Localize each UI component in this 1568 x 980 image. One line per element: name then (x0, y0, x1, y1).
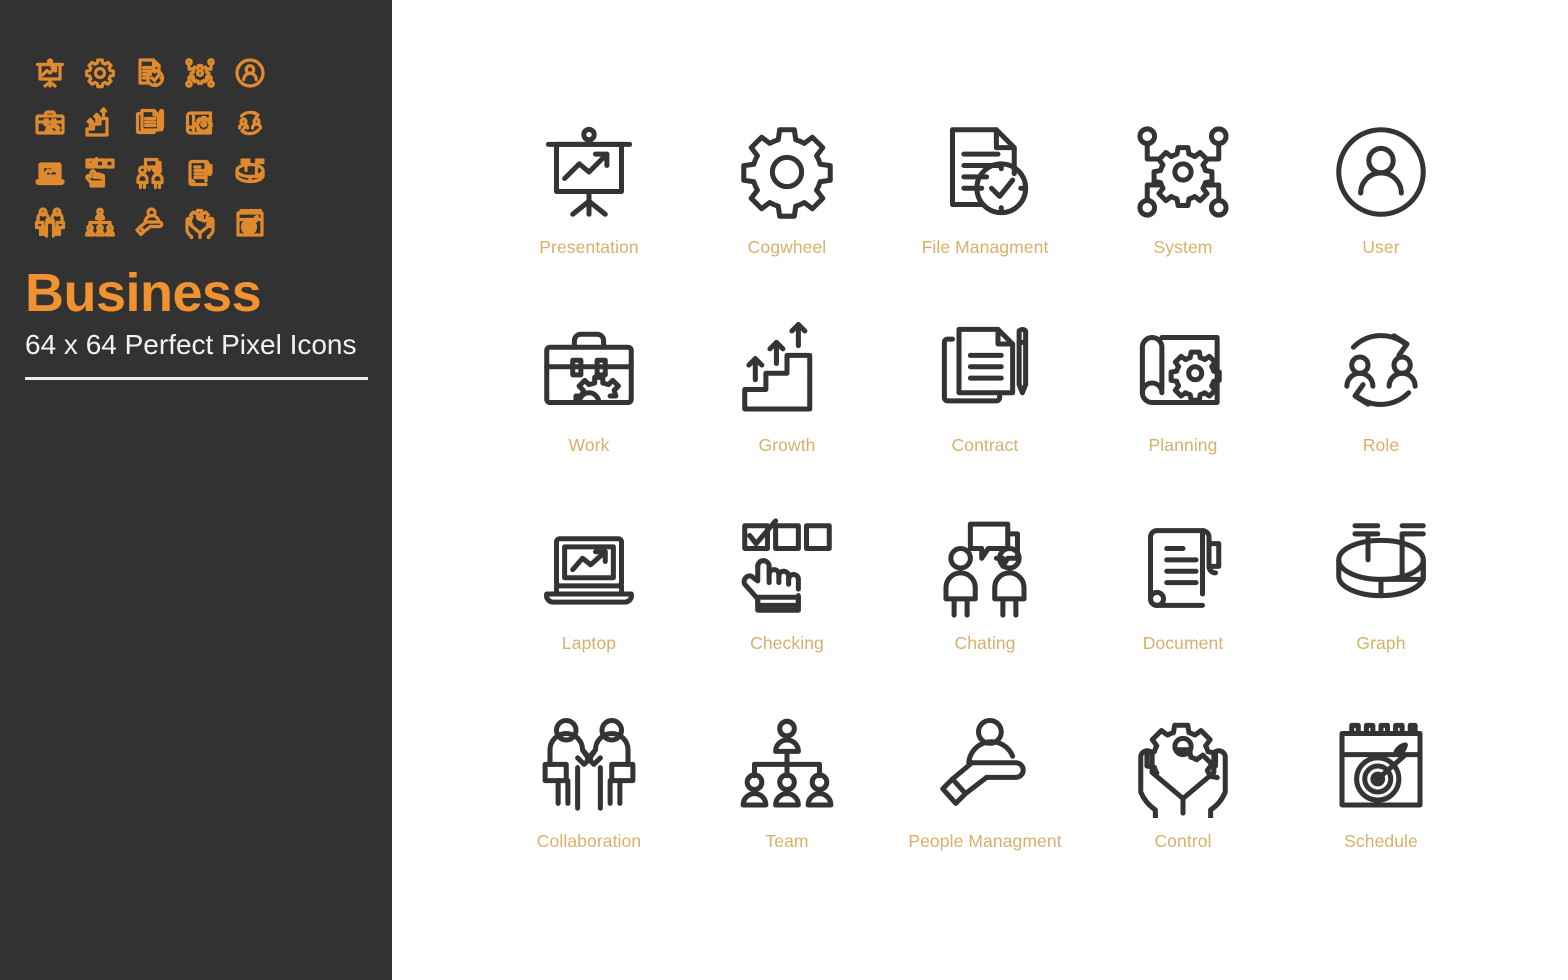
contract-icon (929, 314, 1041, 426)
icon-label: Role (1362, 435, 1400, 455)
icon-label: Cogwheel (747, 237, 827, 257)
icon-label: File Managment (921, 237, 1049, 257)
icon-cell-cogwheel[interactable]: Cogwheel (688, 108, 886, 306)
icon-label: Chating (954, 633, 1016, 653)
sidebar-mini-planning-icon (175, 98, 225, 148)
planning-icon (1127, 314, 1239, 426)
icon-label: Planning (1148, 435, 1218, 455)
icon-cell-role[interactable]: Role (1282, 306, 1480, 504)
icon-label: Contract (951, 435, 1019, 455)
control-icon (1127, 710, 1239, 822)
icon-label: User (1362, 237, 1400, 257)
user-icon (1325, 116, 1437, 228)
laptop-icon (533, 512, 645, 624)
sidebar-mini-presentation-icon (25, 48, 75, 98)
sidebar-mini-checking-icon (75, 148, 125, 198)
icon-cell-planning[interactable]: Planning (1084, 306, 1282, 504)
icon-label: System (1153, 237, 1213, 257)
people-management-icon (929, 710, 1041, 822)
icon-cell-graph[interactable]: Graph (1282, 504, 1480, 702)
icon-cell-system[interactable]: System (1084, 108, 1282, 306)
icon-cell-contract[interactable]: Contract (886, 306, 1084, 504)
role-icon (1325, 314, 1437, 426)
icon-label: Work (568, 435, 610, 455)
sidebar-mini-team-icon (75, 198, 125, 248)
sidebar-mini-laptop-icon (25, 148, 75, 198)
icon-showcase: Presentation Cogwheel File Managment Sys… (392, 0, 1568, 980)
icon-cell-user[interactable]: User (1282, 108, 1480, 306)
sidebar-mini-contract-icon (125, 98, 175, 148)
sidebar-mini-control-icon (175, 198, 225, 248)
icon-cell-growth[interactable]: Growth (688, 306, 886, 504)
icon-cell-control[interactable]: Control (1084, 702, 1282, 900)
icon-label: Team (765, 831, 809, 851)
icon-cell-document[interactable]: Document (1084, 504, 1282, 702)
icon-label: Graph (1356, 633, 1406, 653)
system-icon (1127, 116, 1239, 228)
work-icon (533, 314, 645, 426)
sidebar-mini-collaboration-icon (25, 198, 75, 248)
icon-cell-laptop[interactable]: Laptop (490, 504, 688, 702)
icon-label: People Managment (908, 831, 1062, 851)
brand-divider (25, 377, 368, 380)
sidebar-mini-growth-icon (75, 98, 125, 148)
chatting-icon (929, 512, 1041, 624)
icon-cell-people-management[interactable]: People Managment (886, 702, 1084, 900)
sidebar-mini-chatting-icon (125, 148, 175, 198)
icon-label: Growth (758, 435, 816, 455)
sidebar-mini-work-icon (25, 98, 75, 148)
sidebar-mini-graph-icon (225, 148, 275, 198)
brand-title: Business (25, 263, 262, 323)
cogwheel-icon (731, 116, 843, 228)
icon-cell-work[interactable]: Work (490, 306, 688, 504)
growth-icon (731, 314, 843, 426)
icon-label: Schedule (1344, 831, 1418, 851)
sidebar-mini-file-management-icon (125, 48, 175, 98)
icon-label: Laptop (561, 633, 617, 653)
icon-cell-chatting[interactable]: Chating (886, 504, 1084, 702)
icon-grid: Presentation Cogwheel File Managment Sys… (490, 108, 1490, 900)
file-management-icon (929, 116, 1041, 228)
icon-label: Control (1154, 831, 1212, 851)
brand-subtitle: 64 x 64 Perfect Pixel Icons (25, 329, 357, 360)
icon-set-page: Business 64 x 64 Perfect Pixel Icons Pre… (0, 0, 1568, 980)
sidebar-mini-system-icon (175, 48, 225, 98)
icon-cell-team[interactable]: Team (688, 702, 886, 900)
sidebar-icon-preview-grid (25, 48, 275, 248)
icon-label: Presentation (539, 237, 639, 257)
presentation-icon (533, 116, 645, 228)
icon-cell-presentation[interactable]: Presentation (490, 108, 688, 306)
icon-label: Collaboration (536, 831, 642, 851)
icon-cell-checking[interactable]: Checking (688, 504, 886, 702)
icon-label: Checking (750, 633, 824, 653)
collaboration-icon (533, 710, 645, 822)
graph-icon (1325, 512, 1437, 624)
schedule-icon (1325, 710, 1437, 822)
brand-sidebar: Business 64 x 64 Perfect Pixel Icons (0, 0, 392, 980)
icon-cell-collaboration[interactable]: Collaboration (490, 702, 688, 900)
checking-icon (731, 512, 843, 624)
icon-cell-file-management[interactable]: File Managment (886, 108, 1084, 306)
sidebar-mini-people-management-icon (125, 198, 175, 248)
icon-cell-schedule[interactable]: Schedule (1282, 702, 1480, 900)
document-icon (1127, 512, 1239, 624)
sidebar-mini-user-icon (225, 48, 275, 98)
sidebar-mini-schedule-icon (225, 198, 275, 248)
sidebar-mini-role-icon (225, 98, 275, 148)
sidebar-mini-cogwheel-icon (75, 48, 125, 98)
icon-label: Document (1142, 633, 1224, 653)
sidebar-mini-document-icon (175, 148, 225, 198)
team-icon (731, 710, 843, 822)
